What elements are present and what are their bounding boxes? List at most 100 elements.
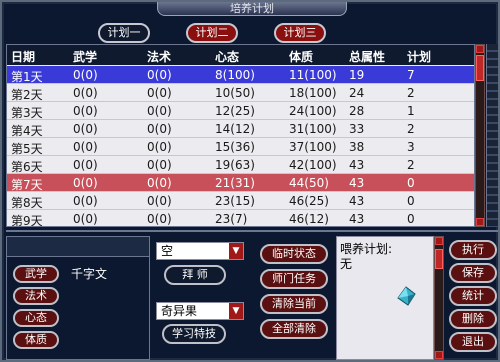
- row-plan: 1: [407, 104, 415, 118]
- feed-scrollbar[interactable]: [434, 236, 444, 360]
- attr-physique-button[interactable]: 体质: [13, 331, 59, 349]
- attribute-panel: 武学 法术 心态 体质 千字文: [6, 236, 150, 360]
- row-physique: 24(100): [289, 104, 337, 118]
- header-date: 日期: [11, 50, 36, 64]
- chevron-down-icon[interactable]: ▼: [229, 303, 243, 319]
- main-window: 培养计划 计划一 计划二 计划三 日期 武学 法术 心态 体质 总属性 计划 第…: [0, 0, 500, 362]
- learn-skill-button[interactable]: 学习特技: [162, 324, 226, 344]
- delete-button[interactable]: 删除: [449, 309, 497, 329]
- tab-plan-2[interactable]: 计划二: [186, 23, 238, 43]
- item-select-2-value: 奇异果: [161, 304, 198, 318]
- table-row[interactable]: 第2天 0(0) 0(0) 10(50) 18(100) 24 2: [7, 84, 474, 102]
- window-title: 培养计划: [157, 2, 347, 16]
- attr-magic-button[interactable]: 法术: [13, 287, 59, 305]
- save-button[interactable]: 保存: [449, 263, 497, 283]
- row-physique: 46(12): [289, 212, 329, 226]
- row-plan: 0: [407, 212, 415, 226]
- scroll-up-button[interactable]: [476, 45, 484, 53]
- feed-scroll-up-button[interactable]: [435, 237, 443, 245]
- header-physique: 体质: [289, 50, 314, 64]
- row-mind: 23(15): [215, 194, 255, 208]
- table-row[interactable]: 第7天 0(0) 0(0) 21(31) 44(50) 43 0: [7, 174, 474, 192]
- header-total: 总属性: [349, 50, 386, 64]
- row-magic: 0(0): [147, 212, 172, 226]
- row-martial: 0(0): [73, 194, 98, 208]
- row-magic: 0(0): [147, 158, 172, 172]
- row-physique: 37(100): [289, 140, 337, 154]
- row-total: 43: [349, 194, 365, 208]
- row-magic: 0(0): [147, 194, 172, 208]
- row-physique: 31(100): [289, 122, 337, 136]
- row-mind: 14(12): [215, 122, 255, 136]
- header-magic: 法术: [147, 50, 172, 64]
- row-magic: 0(0): [147, 68, 172, 82]
- master-button[interactable]: 拜 师: [164, 265, 226, 285]
- table-row[interactable]: 第6天 0(0) 0(0) 19(63) 42(100) 43 2: [7, 156, 474, 174]
- temp-status-button[interactable]: 临时状态: [260, 244, 328, 264]
- row-plan: 2: [407, 158, 415, 172]
- ornament-strip: [486, 44, 498, 227]
- row-mind: 12(25): [215, 104, 255, 118]
- table-header: 日期 武学 法术 心态 体质 总属性 计划: [7, 45, 474, 65]
- feed-scroll-down-button[interactable]: [435, 351, 443, 359]
- attr-martial-button[interactable]: 武学: [13, 265, 59, 283]
- execute-button[interactable]: 执行: [449, 240, 497, 260]
- row-martial: 0(0): [73, 158, 98, 172]
- row-plan: 0: [407, 194, 415, 208]
- row-physique: 46(25): [289, 194, 329, 208]
- tab-plan-3[interactable]: 计划三: [274, 23, 326, 43]
- table-row[interactable]: 第3天 0(0) 0(0) 12(25) 24(100) 28 1: [7, 102, 474, 120]
- row-martial: 0(0): [73, 212, 98, 226]
- row-total: 43: [349, 212, 365, 226]
- row-plan: 0: [407, 176, 415, 190]
- feed-scroll-thumb[interactable]: [435, 249, 443, 269]
- tab-plan-1[interactable]: 计划一: [98, 23, 150, 43]
- exit-button[interactable]: 退出: [449, 332, 497, 352]
- row-mind: 8(100): [215, 68, 255, 82]
- sect-task-button[interactable]: 师门任务: [260, 269, 328, 289]
- row-mind: 23(7): [215, 212, 248, 226]
- scroll-thumb[interactable]: [476, 55, 484, 81]
- row-date: 第9天: [11, 214, 43, 227]
- row-physique: 18(100): [289, 86, 337, 100]
- row-martial: 0(0): [73, 104, 98, 118]
- item-select-1[interactable]: 空 ▼: [156, 242, 244, 260]
- clear-current-button[interactable]: 清除当前: [260, 294, 328, 314]
- clear-all-button[interactable]: 全部清除: [260, 319, 328, 339]
- feed-plan-value: 无: [340, 257, 353, 271]
- divider: [6, 230, 498, 232]
- row-martial: 0(0): [73, 122, 98, 136]
- header-plan: 计划: [407, 50, 432, 64]
- scroll-down-button[interactable]: [476, 218, 484, 226]
- table-scrollbar[interactable]: [475, 44, 485, 227]
- table-row[interactable]: 第1天 0(0) 0(0) 8(100) 11(100) 19 7: [7, 66, 474, 84]
- training-table: 日期 武学 法术 心态 体质 总属性 计划 第1天 0(0) 0(0) 8(100) 1…: [6, 44, 475, 227]
- table-row[interactable]: 第8天 0(0) 0(0) 23(15) 46(25) 43 0: [7, 192, 474, 210]
- row-mind: 21(31): [215, 176, 255, 190]
- row-total: 28: [349, 104, 365, 118]
- table-row[interactable]: 第9天 0(0) 0(0) 23(7) 46(12) 43 0: [7, 210, 474, 227]
- row-physique: 11(100): [289, 68, 337, 82]
- row-magic: 0(0): [147, 176, 172, 190]
- table-row[interactable]: 第4天 0(0) 0(0) 14(12) 31(100) 33 2: [7, 120, 474, 138]
- chevron-down-icon[interactable]: ▼: [229, 243, 243, 259]
- row-total: 43: [349, 176, 365, 190]
- attr-mind-button[interactable]: 心态: [13, 309, 59, 327]
- row-martial: 0(0): [73, 68, 98, 82]
- row-martial: 0(0): [73, 176, 98, 190]
- row-physique: 42(100): [289, 158, 337, 172]
- table-row[interactable]: 第5天 0(0) 0(0) 15(36) 37(100) 38 3: [7, 138, 474, 156]
- row-martial: 0(0): [73, 140, 98, 154]
- middle-controls: 空 ▼ 拜 师 奇异果 ▼ 学习特技: [154, 236, 250, 360]
- statistics-button[interactable]: 统计: [449, 286, 497, 306]
- row-plan: 7: [407, 68, 415, 82]
- row-total: 33: [349, 122, 365, 136]
- row-plan: 2: [407, 122, 415, 136]
- selected-attribute-item: 千字文: [71, 267, 108, 281]
- row-total: 38: [349, 140, 365, 154]
- row-plan: 2: [407, 86, 415, 100]
- crystal-item-icon[interactable]: [395, 285, 417, 307]
- row-magic: 0(0): [147, 86, 172, 100]
- row-magic: 0(0): [147, 104, 172, 118]
- item-select-2[interactable]: 奇异果 ▼: [156, 302, 244, 320]
